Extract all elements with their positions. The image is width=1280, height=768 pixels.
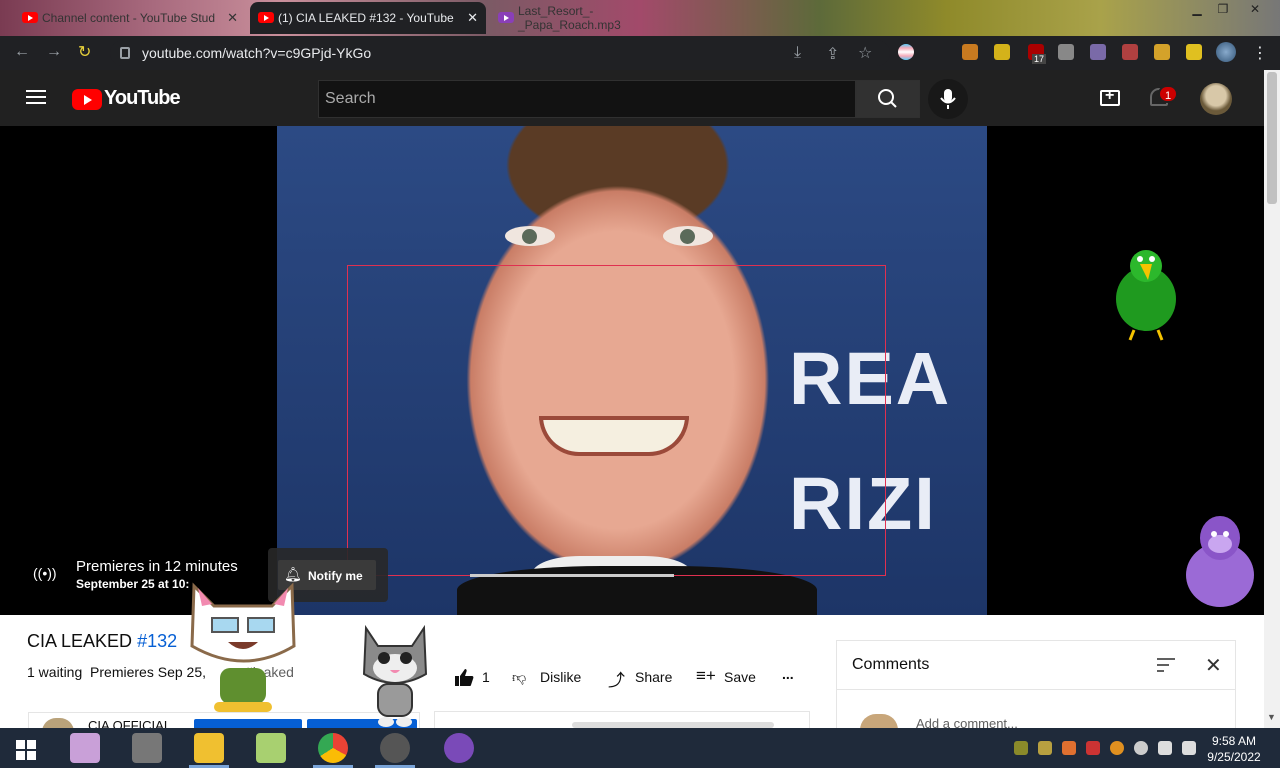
taskbar-app-media-icon[interactable] [132,733,162,763]
youtube-logo-icon[interactable] [72,89,102,110]
sidebar-toggle-icon[interactable] [1186,44,1202,60]
back-arrow-icon[interactable]: ← [14,43,30,61]
windows-start-icon[interactable] [16,740,36,760]
network-icon[interactable] [1158,741,1172,755]
tray-status-icon[interactable] [1134,741,1148,755]
more-actions-button[interactable]: ... [782,666,794,682]
title-hashtag-link[interactable]: #132 [137,631,177,651]
parrot-mascot-icon[interactable] [1112,244,1180,344]
mascot-extension-icon[interactable] [1122,44,1138,60]
browser-menu-icon[interactable]: ⋮ [1252,43,1268,63]
address-bar[interactable]: youtube.com/watch?v=c9GPjd-YkGo [110,40,890,66]
profile-icon[interactable] [1216,42,1236,62]
comments-title: Comments [852,656,930,673]
close-tab-icon[interactable]: ✕ [227,10,238,26]
share-button[interactable]: Share [635,669,672,685]
face-eye [663,226,713,246]
taskbar-film-reel-icon[interactable] [380,733,410,763]
face-eye [505,226,555,246]
like-icon[interactable] [454,668,474,686]
grid-extension-icon[interactable] [1058,44,1074,60]
tab-cia-leaked[interactable]: (1) CIA LEAKED #132 - YouTube ✕ [250,2,486,34]
paw-extension-icon[interactable] [962,44,978,60]
grey-cat-mascot-icon[interactable] [358,622,432,728]
tab-channel-content[interactable]: Channel content - YouTube Stud ✕ [14,2,246,34]
video-title: CIA LEAKED #132 [27,631,178,651]
figure-extension-icon[interactable] [1090,44,1106,60]
install-icon[interactable]: ⤓ [794,44,801,62]
close-comments-icon[interactable]: ✕ [1205,653,1222,678]
youtube-favicon-icon [22,12,38,23]
tray-xampp-icon[interactable] [1062,741,1076,755]
taskbar-bonzi-icon[interactable] [444,733,474,763]
extension-badge: 17 [1032,54,1047,64]
search-button[interactable] [856,80,920,118]
tray-mascot-icon[interactable] [1014,741,1028,755]
puzzle-extension-icon[interactable] [1154,44,1170,60]
dislike-button[interactable]: Dislike [540,669,581,685]
taskbar-sticky-notes-icon[interactable] [256,733,286,763]
notification-count-badge: 1 [1158,85,1178,103]
tab-last-resort[interactable]: Last_Resort_-_Papa_Roach.mp3 [490,2,690,34]
tray-app-icon[interactable] [1038,741,1052,755]
sort-comments-icon[interactable] [1157,658,1175,672]
premiere-date: September 25 at 10: [76,577,190,591]
share-page-icon[interactable]: ⇪ [826,44,839,64]
voice-search-button[interactable] [928,79,968,119]
scrollbar-thumb[interactable] [1267,72,1277,204]
flag-extension-icon[interactable] [898,44,914,60]
like-count: 1 [482,669,490,685]
search-icon [878,89,897,108]
url-text: youtube.com/watch?v=c9GPjd-YkGo [142,45,372,61]
share-icon[interactable]: ⤴ [608,666,625,691]
media-favicon-icon [498,12,514,23]
tray-flag-icon[interactable] [1086,741,1100,755]
selection-rectangle [347,265,886,576]
close-tab-icon[interactable]: ✕ [467,10,478,26]
forward-arrow-icon[interactable]: → [46,43,62,61]
create-video-icon[interactable] [1100,87,1120,106]
premiere-countdown: Premieres in 12 minutes [76,558,238,575]
save-playlist-icon[interactable]: ≡+ [696,666,716,686]
search-input[interactable]: Search [318,80,856,118]
scroll-down-arrow-icon[interactable]: ▼ [1267,712,1276,722]
taskbar-chrome-icon[interactable] [318,733,348,763]
volume-icon[interactable] [1182,741,1196,755]
account-avatar[interactable] [1200,83,1232,115]
live-broadcast-icon: ((•)) [33,565,57,581]
taskbar-file-explorer-icon[interactable] [194,733,224,763]
youtube-favicon-icon [258,12,274,23]
youtube-wordmark[interactable]: YouTube [104,87,181,110]
taskbar-clock[interactable]: 9:58 AM 9/25/2022 [1200,733,1268,765]
reload-icon[interactable]: ↻ [78,42,91,62]
bookmark-star-icon[interactable]: ☆ [858,43,872,63]
purple-monkey-mascot-icon[interactable] [1182,510,1258,610]
save-button[interactable]: Save [724,669,756,685]
microphone-icon [940,89,956,109]
glasses-cat-mascot-icon[interactable] [184,576,302,716]
close-window-icon[interactable]: ✕ [1240,0,1270,18]
taskbar-app-mascot-icon[interactable] [70,733,100,763]
menu-icon[interactable] [26,90,46,104]
tray-search-icon[interactable] [1110,741,1124,755]
restore-window-icon[interactable]: ❐ [1208,0,1238,18]
dislike-icon[interactable]: 👎︎ [512,669,526,686]
lock-icon [120,47,130,59]
video-progress-bar[interactable] [470,574,674,577]
run-extension-icon[interactable] [994,44,1010,60]
